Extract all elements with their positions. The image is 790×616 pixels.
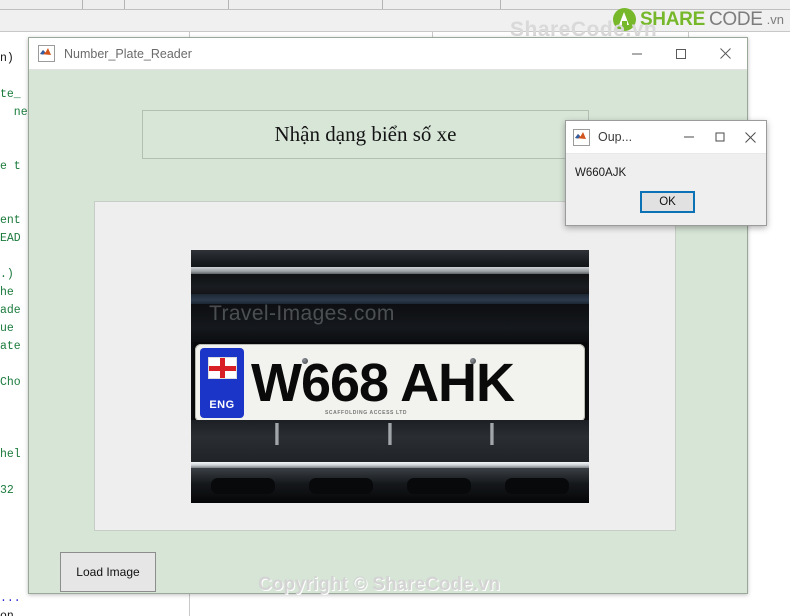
- dialog-titlebar[interactable]: Oup...: [566, 121, 766, 154]
- maximize-button[interactable]: [659, 38, 703, 69]
- minimize-button[interactable]: [615, 38, 659, 69]
- photo-eng-badge: ENG: [200, 348, 244, 418]
- header-text-label: Nhận dạng biển số xe: [274, 122, 457, 146]
- dialog-maximize-button[interactable]: [704, 121, 735, 153]
- image-axes-panel[interactable]: Travel-Images.com ENG W668 AHK SCAFFOLDI…: [94, 201, 676, 531]
- header-text-panel: Nhận dạng biển số xe: [142, 110, 589, 159]
- logo-text-code: CODE: [708, 8, 763, 30]
- matlab-icon: [573, 128, 590, 146]
- dialog-minimize-button[interactable]: [673, 121, 704, 153]
- photo-plate-subtext: SCAFFOLDING ACCESS LTD: [325, 410, 408, 416]
- code-line: on, ...: [0, 608, 189, 616]
- output-dialog: Oup... W660AJK OK: [565, 120, 767, 226]
- matlab-icon: [38, 45, 55, 62]
- dialog-title: Oup...: [598, 130, 633, 144]
- dialog-close-button[interactable]: [735, 121, 766, 153]
- dialog-ok-label: OK: [659, 196, 676, 208]
- load-image-button-label: Load Image: [76, 565, 140, 579]
- dialog-window-controls: [673, 121, 766, 153]
- photo-watermark: Travel-Images.com: [209, 302, 395, 325]
- close-button[interactable]: [703, 38, 747, 69]
- logo-text-vn: .vn: [766, 12, 784, 27]
- main-window-titlebar[interactable]: Number_Plate_Reader: [29, 38, 747, 70]
- photo-number-plate: ENG W668 AHK SCAFFOLDING ACCESS LTD: [195, 344, 585, 422]
- main-window-controls: [615, 38, 747, 69]
- main-window-title: Number_Plate_Reader: [64, 46, 192, 61]
- photo-badge-country: ENG: [209, 399, 235, 411]
- photo-chrome-trim-top: [191, 267, 589, 274]
- load-image-button[interactable]: Load Image: [60, 552, 156, 592]
- dialog-ok-button[interactable]: OK: [640, 191, 695, 213]
- photo-plate-number: W668 AHK: [251, 353, 515, 413]
- dialog-message: W660AJK: [575, 167, 627, 179]
- watermark-bottom: Copyright © ShareCode.vn: [258, 574, 501, 595]
- england-flag-icon: [207, 357, 237, 379]
- license-plate-photo: Travel-Images.com ENG W668 AHK SCAFFOLDI…: [191, 250, 589, 503]
